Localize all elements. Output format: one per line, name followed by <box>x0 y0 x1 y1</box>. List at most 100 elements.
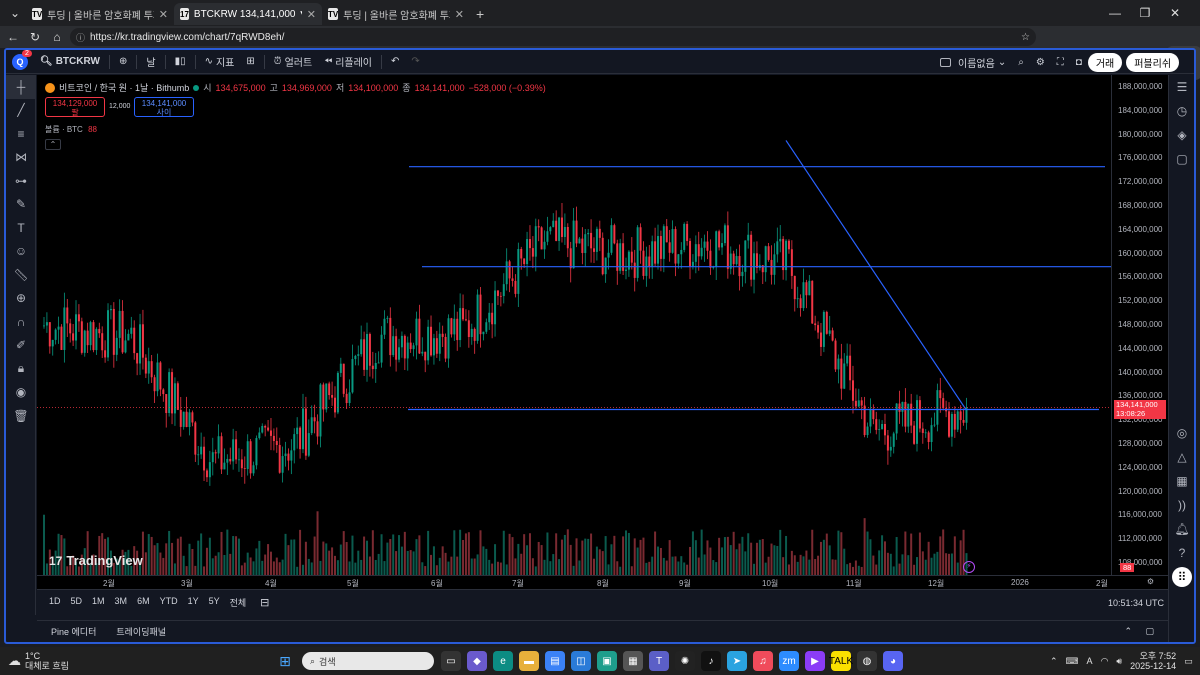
utc-clock[interactable]: 10:51:34 UTC <box>1108 598 1164 608</box>
teams-icon[interactable]: T <box>649 651 669 671</box>
price-chart[interactable] <box>37 75 1111 575</box>
fullscreen-button[interactable]: ⛶ <box>1051 57 1070 68</box>
ideas-icon[interactable]: △ <box>1169 445 1194 469</box>
magnet-icon[interactable]: ∩ <box>6 310 36 334</box>
music-icon[interactable]: ♫ <box>753 651 773 671</box>
collapse-legend-button[interactable]: ⌃ <box>45 139 61 150</box>
trade-button[interactable]: 거래 <box>1087 52 1123 72</box>
close-tab-icon[interactable]: ✕ <box>159 8 168 21</box>
eye-icon[interactable]: ◉ <box>6 381 36 405</box>
indicators-button[interactable]: ∿ 지표 <box>199 54 241 69</box>
network-icon[interactable]: ⌨ <box>1066 656 1079 667</box>
trendline-drawing[interactable] <box>785 140 967 410</box>
buy-button[interactable]: 134,141,000 사이 <box>134 97 194 117</box>
projection-icon[interactable]: ⊶ <box>6 169 36 193</box>
range-button-1m[interactable]: 1M <box>88 596 109 609</box>
emoji-icon[interactable]: ☺ <box>6 240 36 264</box>
edge-icon[interactable]: e <box>493 651 513 671</box>
start-icon[interactable]: ⊞ <box>275 651 295 671</box>
settings-button[interactable]: ⚙ <box>1030 57 1051 68</box>
redo-button[interactable]: ↷ <box>405 56 425 67</box>
wifi-icon[interactable]: ◠ <box>1101 656 1109 667</box>
watchlist-icon[interactable]: ☰ <box>1169 75 1194 99</box>
alert-button[interactable]: ⏰︎ 얼러트 <box>268 54 318 69</box>
compare-symbol-button[interactable]: ⊕ <box>113 56 133 67</box>
tab-actions-icon[interactable]: ⌄ <box>4 6 26 20</box>
calculator-icon[interactable]: ▦ <box>623 651 643 671</box>
notification-center-icon[interactable]: ▭ <box>1184 656 1193 667</box>
telegram-icon[interactable]: ➤ <box>727 651 747 671</box>
taskbar-search[interactable]: ⌕ 검색 <box>302 652 434 670</box>
back-icon[interactable]: ← <box>2 30 24 44</box>
browser-tab-2[interactable]: 17 BTCKRW 134,141,000 ▼ −0.39% ✕ <box>174 3 322 25</box>
new-tab-button[interactable]: + <box>470 3 490 25</box>
zoom-icon[interactable]: zm <box>779 651 799 671</box>
browser-tab-3[interactable]: TV 투딩 | 올바른 암호화폐 투자의 모 ✕ <box>322 3 470 25</box>
site-info-icon[interactable]: ⓘ <box>76 31 85 44</box>
fib-retracement-icon[interactable]: ≡ <box>6 122 36 146</box>
volume-legend[interactable]: 볼륨 · BTC 88 <box>45 124 97 135</box>
kakaotalk-icon[interactable]: TALK <box>829 651 853 671</box>
close-tab-icon[interactable]: ✕ <box>307 8 316 21</box>
expand-panel-icon[interactable]: ⌃ <box>1124 626 1132 637</box>
volume-icon[interactable]: 🔊︎ <box>1116 656 1122 667</box>
chart-type-button[interactable]: ▮▯ <box>169 56 192 67</box>
help-icon[interactable]: ? <box>1169 541 1194 565</box>
home-icon[interactable]: ⌂ <box>46 30 68 44</box>
replay-button[interactable]: ⏪︎ 리플레이 <box>318 54 378 69</box>
range-button-5d[interactable]: 5D <box>67 596 87 609</box>
broadcast-icon[interactable]: )) <box>1169 493 1194 517</box>
notifications-bell-icon[interactable]: 🔔︎ <box>1169 517 1194 541</box>
system-clock[interactable]: 오후 7:52 2025-12-14 <box>1130 651 1176 671</box>
file-explorer-icon[interactable]: ▬ <box>519 651 539 671</box>
chatgpt-icon[interactable]: ✺ <box>675 651 695 671</box>
browser-tab-1[interactable]: TV 투딩 | 올바른 암호화폐 투자의 모 ✕ <box>26 3 174 25</box>
range-button-6m[interactable]: 6M <box>133 596 154 609</box>
tab-pine-editor[interactable]: Pine 에디터 <box>51 625 96 638</box>
pattern-icon[interactable]: ⋈ <box>6 146 36 170</box>
apps-grid-icon[interactable]: ⠿ <box>1172 567 1192 587</box>
date-range-picker-icon[interactable]: ⊟ <box>260 596 269 609</box>
chat-icon[interactable]: ▢ <box>1169 147 1194 171</box>
url-field[interactable]: ⓘ https://kr.tradingview.com/chart/7qRWD… <box>70 28 1036 46</box>
range-button-ytd[interactable]: YTD <box>156 596 182 609</box>
range-button-전체[interactable]: 전체 <box>226 596 251 609</box>
minimize-icon[interactable]: — <box>1100 6 1130 20</box>
layers-icon[interactable]: ◈ <box>1169 123 1194 147</box>
time-axis[interactable]: 2월 3월 4월 5월 6월 7월 8월 9월 10월 11월 12월 2026 2월 ⚙ <box>37 575 1168 589</box>
quick-search-button[interactable]: ⌕ <box>1012 57 1030 68</box>
brush-icon[interactable]: ✎ <box>6 193 36 217</box>
templates-button[interactable]: ⊞ <box>240 56 260 67</box>
refresh-icon[interactable]: ↻ <box>24 30 46 44</box>
close-tab-icon[interactable]: ✕ <box>455 8 464 21</box>
target-icon[interactable]: ◎ <box>1169 421 1194 445</box>
range-button-1d[interactable]: 1D <box>45 596 65 609</box>
range-button-1y[interactable]: 1Y <box>184 596 203 609</box>
task-view-icon[interactable]: ▭ <box>441 651 461 671</box>
snapshot-button[interactable]: ◘ <box>1070 57 1088 68</box>
range-button-3m[interactable]: 3M <box>111 596 132 609</box>
ime-indicator[interactable]: A <box>1087 656 1093 666</box>
favorite-star-icon[interactable]: ☆ <box>1021 32 1030 43</box>
lightning-icon[interactable]: ⚡︎ <box>963 561 975 573</box>
tiktok-icon[interactable]: ♪ <box>701 651 721 671</box>
photos-icon[interactable]: ▣ <box>597 651 617 671</box>
maximize-icon[interactable]: ❐ <box>1130 6 1160 20</box>
legend-title[interactable]: 비트코인 / 한국 원 · 1날 · Bithumb <box>59 81 189 94</box>
weather-widget[interactable]: ☁ 1°C 대체로 흐림 <box>8 651 69 671</box>
trend-line-icon[interactable]: ╱ <box>6 99 36 123</box>
publish-button[interactable]: 퍼블리쉬 <box>1126 52 1180 72</box>
undo-button[interactable]: ↶ <box>385 56 405 67</box>
price-axis[interactable]: 188,000,000 184,000,000 180,000,000 176,000… <box>1111 75 1168 575</box>
store-icon[interactable]: ◫ <box>571 651 591 671</box>
interval-button[interactable]: 날 <box>140 54 161 69</box>
alerts-clock-icon[interactable]: ◷ <box>1169 99 1194 123</box>
video-editor-icon[interactable]: ▶ <box>805 651 825 671</box>
calendar-icon[interactable]: ▦ <box>1169 469 1194 493</box>
tray-overflow-icon[interactable]: ⌃ <box>1050 656 1058 667</box>
symbol-search-button[interactable]: 🔍︎ BTCKRW <box>34 56 106 67</box>
range-button-5y[interactable]: 5Y <box>205 596 224 609</box>
zoom-in-icon[interactable]: ⊕ <box>6 287 36 311</box>
chart-pane[interactable]: 비트코인 / 한국 원 · 1날 · Bithumb 시 134,675,000 … <box>37 75 1111 575</box>
lock-icon[interactable]: 🔒︎ <box>6 357 36 381</box>
